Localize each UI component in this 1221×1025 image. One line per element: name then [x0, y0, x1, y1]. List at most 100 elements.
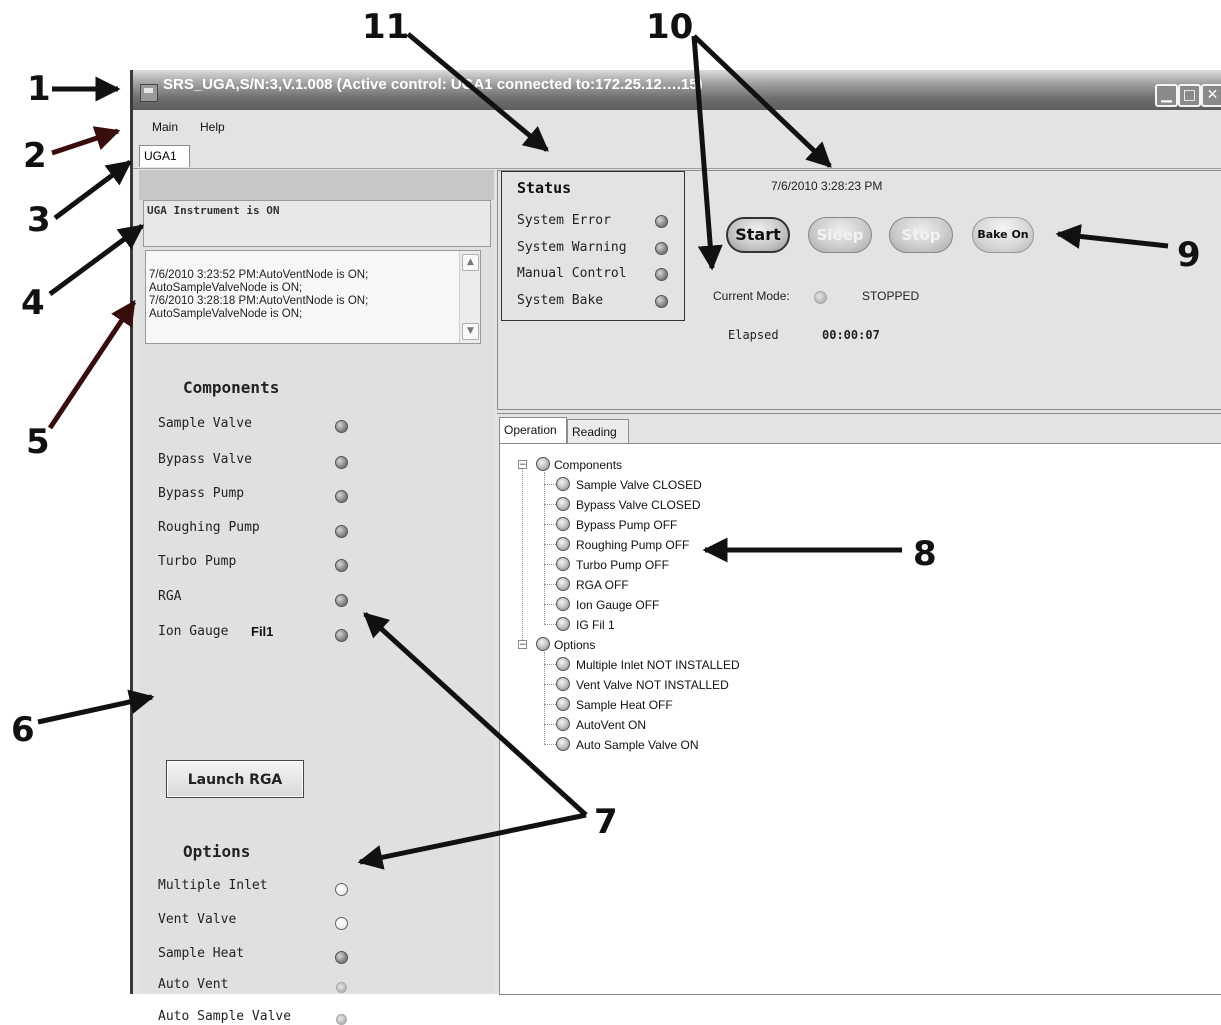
collapse-icon[interactable]: −: [518, 640, 527, 650]
left-pane: UGA Instrument is ON 7/6/2010 3:23:52 PM…: [139, 170, 494, 1025]
tree-group-options[interactable]: Options: [554, 638, 595, 652]
tree-item[interactable]: AutoVent ON: [576, 718, 646, 732]
arrow-5: [47, 299, 137, 430]
node-icon: [556, 597, 570, 611]
log-line: 7/6/2010 3:23:52 PM:AutoVentNode is ON;: [149, 269, 369, 281]
minimize-icon[interactable]: ▁: [1155, 84, 1178, 107]
left-pane-header: [139, 170, 494, 200]
callout-3: 3: [27, 200, 51, 240]
log-scrollbar[interactable]: ▲ ▼: [459, 251, 480, 343]
tree-item[interactable]: RGA OFF: [576, 578, 629, 592]
maximize-icon[interactable]: □: [1178, 84, 1201, 107]
callout-4: 4: [21, 283, 45, 323]
tree-item[interactable]: Multiple Inlet NOT INSTALLED: [576, 658, 740, 672]
title-bar[interactable]: SRS_UGA,S/N:3,V.1.008 (Active control: U…: [133, 70, 1221, 110]
tree-item[interactable]: Roughing Pump OFF: [576, 538, 689, 552]
status-label: System Error: [517, 213, 611, 228]
tree-line: [522, 464, 523, 644]
current-datetime: 7/6/2010 3:28:23 PM: [771, 179, 883, 193]
instrument-status-box: UGA Instrument is ON: [143, 200, 491, 247]
menu-help[interactable]: Help: [200, 120, 225, 134]
current-mode-led: [814, 291, 827, 304]
component-status-led: [335, 629, 348, 642]
sleep-button[interactable]: Sleep: [808, 217, 872, 253]
status-box: Status System Error System Warning Manua…: [501, 171, 685, 321]
tab-reading[interactable]: Reading: [567, 419, 629, 443]
node-icon: [556, 537, 570, 551]
tree-item[interactable]: Bypass Pump OFF: [576, 518, 677, 532]
tree-line: [544, 652, 545, 744]
elapsed-label: Elapsed: [728, 328, 779, 342]
tree-group-components[interactable]: Components: [554, 458, 622, 472]
scroll-up-icon[interactable]: ▲: [462, 254, 479, 271]
component-status-led: [335, 490, 348, 503]
callout-10: 10: [646, 7, 694, 47]
callout-1: 1: [27, 69, 51, 109]
tree-line: [544, 564, 556, 565]
tree-line: [544, 524, 556, 525]
option-label: Vent Valve: [158, 912, 237, 927]
menu-bar: Main Help: [133, 110, 1221, 140]
tab-operation[interactable]: Operation: [499, 417, 567, 444]
current-mode-value: STOPPED: [862, 289, 920, 303]
component-status-led: [335, 420, 348, 433]
node-icon: [556, 477, 570, 491]
option-label: Multiple Inlet: [158, 878, 268, 893]
tree-line: [544, 604, 556, 605]
tree-item[interactable]: Ion Gauge OFF: [576, 598, 659, 612]
tree-item[interactable]: Bypass Valve CLOSED: [576, 498, 701, 512]
callout-2: 2: [23, 136, 47, 176]
collapse-icon[interactable]: −: [518, 460, 527, 470]
bake-on-button[interactable]: Bake On: [972, 217, 1034, 253]
tree-item[interactable]: Sample Valve CLOSED: [576, 478, 702, 492]
log-line: AutoSampleValveNode is ON;: [149, 282, 303, 294]
component-label: Roughing Pump: [158, 520, 260, 535]
tree-item[interactable]: IG Fil 1: [576, 618, 615, 632]
start-button[interactable]: Start: [726, 217, 790, 253]
tree-line: [544, 544, 556, 545]
tab-uga1[interactable]: UGA1: [139, 145, 190, 167]
component-label: Bypass Pump: [158, 486, 245, 501]
app-icon: [140, 84, 158, 102]
event-log[interactable]: 7/6/2010 3:23:52 PM:AutoVentNode is ON; …: [145, 250, 481, 344]
operation-tree: − Components Sample Valve CLOSED Bypass …: [499, 443, 1221, 995]
tree-item[interactable]: Vent Valve NOT INSTALLED: [576, 678, 729, 692]
status-led: [655, 242, 668, 255]
launch-rga-button[interactable]: Launch RGA: [166, 760, 304, 798]
tree-line: [544, 684, 556, 685]
option-label: Auto Vent: [158, 977, 229, 992]
node-icon: [556, 617, 570, 631]
instrument-tab-strip: UGA1: [133, 140, 1221, 169]
window-title: SRS_UGA,S/N:3,V.1.008 (Active control: U…: [163, 76, 703, 93]
arrow-2: [51, 126, 121, 156]
component-status-led: [335, 525, 348, 538]
component-status-led: [335, 594, 348, 607]
status-label: System Bake: [517, 293, 604, 308]
status-label: System Warning: [517, 240, 627, 255]
menu-main[interactable]: Main: [152, 120, 178, 134]
tree-item[interactable]: Auto Sample Valve ON: [576, 738, 699, 752]
elapsed-value: 00:00:07: [822, 328, 880, 342]
node-icon: [556, 657, 570, 671]
tree-line: [544, 484, 556, 485]
tree-item[interactable]: Sample Heat OFF: [576, 698, 673, 712]
node-icon: [556, 497, 570, 511]
status-led: [655, 268, 668, 281]
close-icon[interactable]: ✕: [1201, 84, 1221, 107]
option-status-led: [335, 883, 348, 896]
stop-button[interactable]: Stop: [889, 217, 953, 253]
scroll-down-icon[interactable]: ▼: [462, 323, 479, 340]
tree-item[interactable]: Turbo Pump OFF: [576, 558, 669, 572]
status-panel: Status System Error System Warning Manua…: [497, 170, 1221, 410]
component-status-led: [335, 559, 348, 572]
current-mode-label: Current Mode:: [713, 289, 790, 303]
option-label: Sample Heat: [158, 946, 245, 961]
component-label: Sample Valve: [158, 416, 252, 431]
node-icon: [556, 577, 570, 591]
option-status-led: [335, 951, 348, 964]
status-label: Manual Control: [517, 266, 627, 281]
log-line: 7/6/2010 3:28:18 PM:AutoVentNode is ON;: [149, 295, 369, 307]
tree-line: [544, 624, 556, 625]
component-label: Ion Gauge: [158, 624, 229, 639]
option-status-led: [335, 917, 348, 930]
